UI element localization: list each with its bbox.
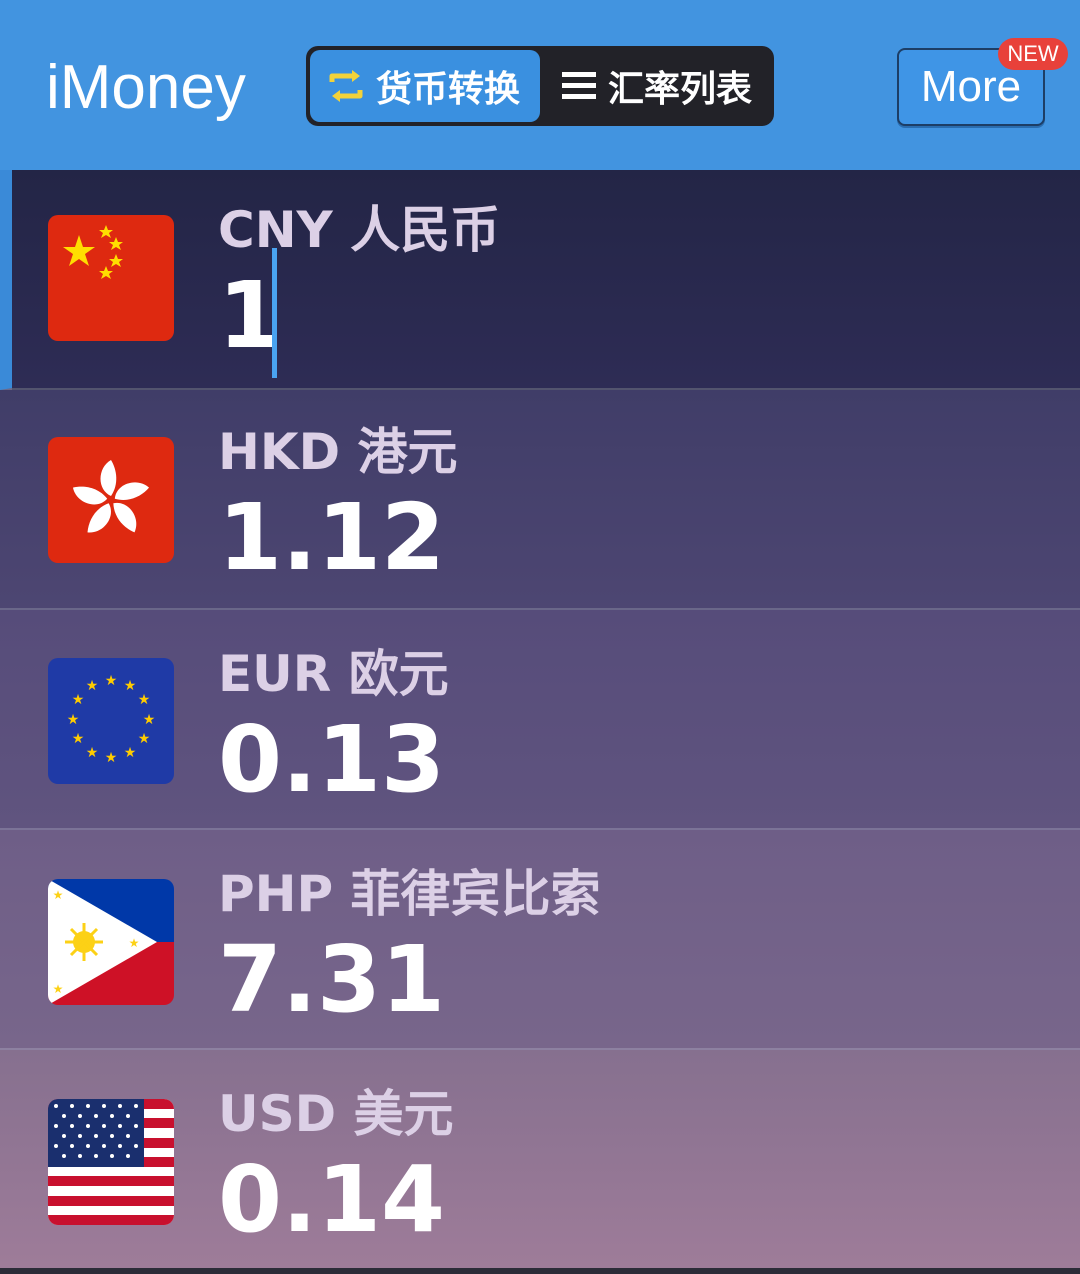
text-cursor (272, 248, 277, 378)
svg-text:★: ★ (86, 745, 99, 761)
svg-text:★: ★ (72, 692, 85, 708)
usa-flag-icon (48, 1099, 174, 1225)
svg-text:★: ★ (105, 673, 118, 689)
svg-text:★: ★ (138, 731, 151, 747)
app-header: iMoney 货币转换 汇率列表 More NEW (0, 0, 1080, 170)
currency-amount[interactable]: 7.31 (218, 926, 445, 1033)
svg-text:★: ★ (53, 888, 64, 902)
svg-text:★: ★ (67, 712, 80, 728)
bottom-divider (0, 1268, 1080, 1274)
app-root: iMoney 货币转换 汇率列表 More NEW CNY 人民币 1 HKD … (0, 0, 1080, 1274)
tab-currency-convert[interactable]: 货币转换 (310, 50, 540, 122)
new-badge: NEW (998, 38, 1068, 70)
currency-code-label: USD 美元 (218, 1085, 454, 1143)
svg-text:★: ★ (129, 936, 140, 950)
currency-code-label: CNY 人民币 (218, 201, 501, 259)
svg-text:★: ★ (105, 750, 118, 766)
tab-rate-list-label: 汇率列表 (608, 69, 753, 110)
app-title: iMoney (46, 53, 246, 122)
currency-code-label: PHP 菲律宾比索 (218, 865, 601, 923)
tab-currency-convert-label: 货币转换 (376, 69, 521, 110)
svg-text:★: ★ (86, 678, 99, 694)
svg-text:★: ★ (124, 745, 137, 761)
svg-text:★: ★ (124, 678, 137, 694)
currency-amount[interactable]: 0.13 (218, 706, 445, 813)
svg-text:★: ★ (138, 692, 151, 708)
mode-segmented-control: 货币转换 汇率列表 (306, 46, 774, 126)
eu-flag-icon: ★ ★ ★ ★ ★ ★ ★ ★ ★ ★ ★ ★ (48, 658, 174, 784)
philippines-flag-icon: ★ ★ ★ (48, 879, 174, 1005)
svg-text:★: ★ (53, 982, 64, 996)
currency-code-label: HKD 港元 (218, 423, 458, 481)
svg-text:★: ★ (143, 712, 156, 728)
china-flag-icon (48, 215, 174, 341)
svg-text:★: ★ (72, 731, 85, 747)
currency-code-label: EUR 欧元 (218, 645, 449, 703)
currency-amount[interactable]: 1.12 (218, 484, 445, 591)
list-icon (560, 67, 598, 105)
tab-rate-list[interactable]: 汇率列表 (556, 50, 770, 122)
hong-kong-flag-icon (48, 437, 174, 563)
swap-arrows-icon (326, 66, 366, 106)
currency-amount[interactable]: 0.14 (218, 1146, 445, 1253)
